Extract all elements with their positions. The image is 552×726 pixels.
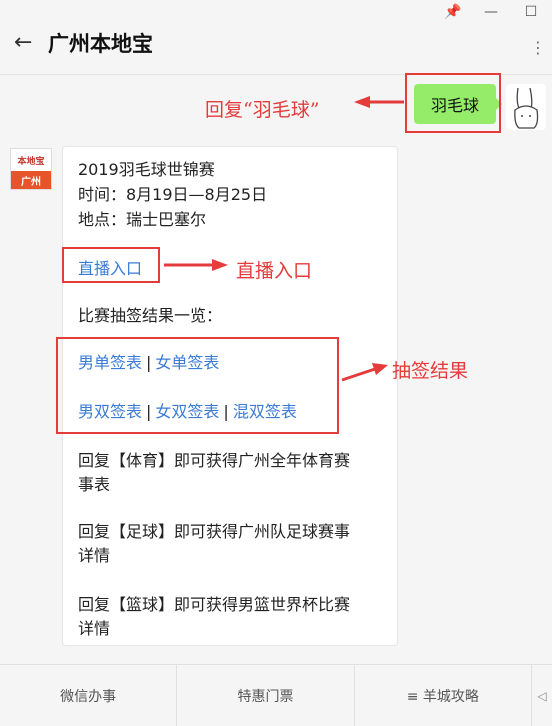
arrow-icon xyxy=(341,363,388,382)
event-time: 时间：8月19日—8月25日 xyxy=(78,185,268,204)
reply-football-line-2: 详情 xyxy=(78,546,111,565)
back-arrow-icon[interactable]: ← xyxy=(14,30,32,55)
highlight-live-box xyxy=(62,247,160,283)
highlight-draw-box xyxy=(56,337,339,434)
window-controls: 📌 — ☐ xyxy=(444,4,538,20)
avatar-city-text: 广州 xyxy=(11,171,51,189)
chat-title: 广州本地宝 xyxy=(48,32,153,56)
arrow-icon xyxy=(164,259,228,271)
reply-sports-line-1: 回复【体育】即可获得广州全年体育赛 xyxy=(78,451,351,470)
reply-basketball-line-1: 回复【篮球】即可获得男篮世界杯比赛 xyxy=(78,595,351,614)
menu-scroll-icon[interactable]: ◁ xyxy=(532,665,552,726)
event-title: 2019羽毛球世锦赛 xyxy=(78,160,215,179)
reply-basketball-line-2: 详情 xyxy=(78,619,111,638)
menu-discount-tickets[interactable]: 特惠门票 xyxy=(177,665,355,726)
menu-wechat-services[interactable]: 微信办事 xyxy=(0,665,178,726)
bot-avatar[interactable]: 本地宝 广州 xyxy=(10,148,52,190)
annotation-draw: 抽签结果 xyxy=(392,360,469,382)
event-location: 地点：瑞士巴塞尔 xyxy=(78,210,207,229)
annotation-live: 直播入口 xyxy=(236,260,313,282)
annotation-reply: 回复“羽毛球” xyxy=(205,99,320,121)
minimize-icon[interactable]: — xyxy=(484,4,498,20)
reply-football-line-1: 回复【足球】即可获得广州队足球赛事 xyxy=(78,522,351,541)
menu-city-guide[interactable]: ≡ 羊城攻略 xyxy=(355,665,532,726)
pin-icon[interactable]: 📌 xyxy=(444,4,461,20)
more-icon[interactable]: ⋮ xyxy=(530,38,546,57)
bottom-menu: 微信办事 特惠门票 ≡ 羊城攻略 ◁ xyxy=(0,664,552,726)
highlight-reply-box xyxy=(405,73,501,133)
maximize-icon[interactable]: ☐ xyxy=(524,4,538,20)
user-avatar[interactable] xyxy=(506,84,546,130)
arrow-icon xyxy=(354,96,404,108)
title-bar: 📌 — ☐ ← 广州本地宝 ⋮ xyxy=(0,0,552,75)
avatar-logo-text: 本地宝 xyxy=(17,156,45,167)
reply-sports-line-2: 事表 xyxy=(78,475,111,494)
draw-heading: 比赛抽签结果一览： xyxy=(78,306,223,325)
